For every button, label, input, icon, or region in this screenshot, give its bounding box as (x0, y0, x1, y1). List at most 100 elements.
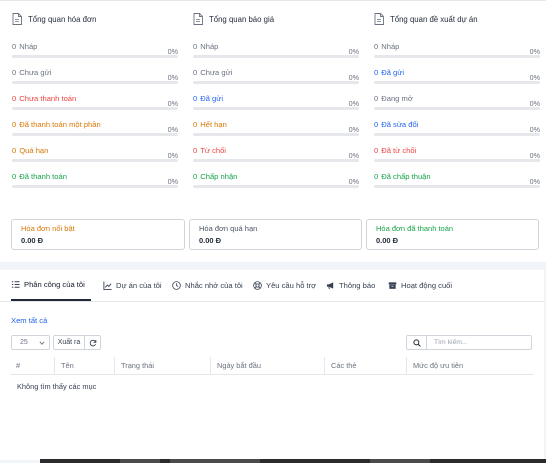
summary-card-outstanding[interactable]: Hóa đơn nổi bật 0.00 Đ (11, 219, 185, 250)
invoice-stat-paid[interactable]: 0 Đã thanh toán 0% (12, 172, 178, 188)
table-header: # Tên Trạng thái Ngày bắt đầu Các thẻ Mứ… (10, 357, 534, 375)
proposal-overview-title: Tổng quan đề xuất dự án (390, 14, 478, 24)
search-box (406, 335, 532, 350)
tab-announcements[interactable]: Thông báo (326, 270, 375, 301)
proposal-overview-header: Tổng quan đề xuất dự án (374, 13, 478, 25)
stat-label: 0 Nháp (193, 42, 219, 51)
proposal-stat-revised[interactable]: 0 Đã sửa đổi 0% (374, 120, 540, 136)
proposal-stat-declined[interactable]: 0 Đã từ chối 0% (374, 146, 540, 162)
estimate-overview-title: Tổng quan báo giá (209, 14, 275, 24)
megaphone-icon (326, 282, 334, 290)
column-header-start-date[interactable]: Ngày bắt đầu (210, 357, 324, 374)
tab-my-tasks[interactable]: Phân công của tôi (11, 270, 91, 301)
progress-bar (193, 55, 359, 58)
stat-label: 0 Chưa gửi (193, 68, 233, 77)
stat-label: 0 Đã gửi (374, 68, 405, 77)
tab-label: Phân công của tôi (24, 280, 85, 289)
tab-my-projects[interactable]: Dự án của tôi (103, 270, 162, 301)
stat-label: 0 Đã từ chối (374, 146, 417, 155)
tab-support-tickets[interactable]: Yêu cầu hỗ trợ (253, 270, 316, 301)
tab-label: Hoạt động cuối (401, 281, 453, 290)
progress-bar (12, 159, 178, 162)
stat-label: 0 Đang mở (374, 94, 413, 103)
view-all-link[interactable]: Xem tất cả (11, 316, 47, 325)
estimate-stat-accepted[interactable]: 0 Chấp nhận 0% (193, 172, 359, 188)
chevron-down-icon (39, 341, 45, 345)
tab-label: Nhắc nhở của tôi (185, 281, 243, 290)
summary-card-title: Hóa đơn đã thanh toán (376, 224, 454, 233)
progress-bar (193, 185, 359, 188)
page-size-select[interactable]: 25 (11, 335, 50, 350)
progress-bar (193, 133, 359, 136)
tab-latest-activity[interactable]: Hoạt động cuối (388, 270, 452, 301)
taskbar-strip (40, 459, 546, 463)
summary-card-title: Hóa đơn nổi bật (21, 224, 75, 233)
proposal-stat-sent[interactable]: 0 Đã gửi 0% (374, 68, 540, 84)
search-input[interactable] (426, 335, 532, 350)
summary-card-overdue[interactable]: Hóa đơn quá hạn 0.00 Đ (189, 219, 362, 250)
progress-bar (374, 107, 540, 110)
stat-label: 0 Hết hạn (193, 120, 227, 129)
document-icon (374, 13, 384, 25)
refresh-icon (89, 339, 97, 347)
progress-bar (374, 159, 540, 162)
stat-label: 0 Chưa gửi (12, 68, 52, 77)
chart-icon (103, 281, 112, 290)
search-icon-addon[interactable] (406, 335, 427, 350)
proposal-stat-draft[interactable]: 0 Nháp 0% (374, 42, 540, 58)
stat-label: 0 Nháp (12, 42, 38, 51)
stat-label: 0 Đã thanh toán (12, 172, 67, 181)
lifebuoy-icon (253, 281, 262, 290)
search-icon (413, 339, 421, 347)
estimate-stat-sent[interactable]: 0 Đã gửi 0% (193, 94, 359, 110)
taskbar-segment (120, 459, 160, 463)
summary-card-amount: 0.00 Đ (21, 236, 44, 245)
invoice-stat-not-sent[interactable]: 0 Chưa gửi 0% (12, 68, 178, 84)
taskbar-segment (370, 459, 430, 463)
summary-card-paid[interactable]: Hóa đơn đã thanh toán 0.00 Đ (366, 219, 539, 250)
tab-bar: Phân công của tôi Dự án của tôi Nhắc nhở… (0, 270, 544, 302)
tab-label: Yêu cầu hỗ trợ (266, 281, 317, 290)
column-header-priority[interactable]: Mức độ ưu tiên (406, 357, 534, 374)
stat-label: 0 Chưa thanh toán (12, 94, 77, 103)
invoice-stat-draft[interactable]: 0 Nháp 0% (12, 42, 178, 58)
column-header-name[interactable]: Tên (54, 357, 114, 374)
refresh-button[interactable] (84, 335, 101, 350)
taskbar-segment (170, 459, 260, 463)
export-button[interactable]: Xuất ra (53, 335, 85, 350)
estimate-stat-not-sent[interactable]: 0 Chưa gửi 0% (193, 68, 359, 84)
progress-bar (12, 55, 178, 58)
column-header-number[interactable]: # (10, 357, 54, 374)
progress-bar (12, 185, 178, 188)
invoice-stat-partially-paid[interactable]: 0 Đã thanh toán một phần 0% (12, 120, 178, 136)
proposal-stat-open[interactable]: 0 Đang mở 0% (374, 94, 540, 110)
clock-icon (172, 281, 181, 290)
progress-bar (374, 55, 540, 58)
invoice-stat-unpaid[interactable]: 0 Chưa thanh toán 0% (12, 94, 178, 110)
tab-label: Thông báo (339, 281, 376, 290)
document-icon (12, 13, 22, 25)
invoice-overview-title: Tổng quan hóa đơn (28, 14, 97, 24)
summary-card-amount: 0.00 Đ (199, 236, 222, 245)
column-header-tags[interactable]: Các thẻ (324, 357, 406, 374)
overview-panel: Tổng quan hóa đơn 0 Nháp 0% 0 Chưa gửi 0% … (0, 0, 546, 262)
stat-label: 0 Nháp (374, 42, 400, 51)
list-icon (11, 281, 20, 288)
progress-bar (374, 185, 540, 188)
empty-table-message: Không tìm thấy các mục (17, 382, 97, 391)
column-header-status[interactable]: Trạng thái (114, 357, 210, 374)
tab-my-reminders[interactable]: Nhắc nhở của tôi (172, 270, 243, 301)
proposal-stat-accepted[interactable]: 0 Đã chấp thuận 0% (374, 172, 540, 188)
progress-bar (12, 133, 178, 136)
estimate-stat-draft[interactable]: 0 Nháp 0% (193, 42, 359, 58)
tab-label: Dự án của tôi (116, 281, 162, 290)
estimate-stat-declined[interactable]: 0 Từ chối 0% (193, 146, 359, 162)
stat-label: 0 Đã gửi (193, 94, 224, 103)
stat-label: 0 Quá hạn (12, 146, 49, 155)
invoice-overview-header: Tổng quan hóa đơn (12, 13, 96, 25)
estimate-stat-expired[interactable]: 0 Hết hạn 0% (193, 120, 359, 136)
progress-bar (374, 81, 540, 84)
document-icon (193, 13, 203, 25)
invoice-stat-overdue[interactable]: 0 Quá hạn 0% (12, 146, 178, 162)
estimate-overview-header: Tổng quan báo giá (193, 13, 274, 25)
